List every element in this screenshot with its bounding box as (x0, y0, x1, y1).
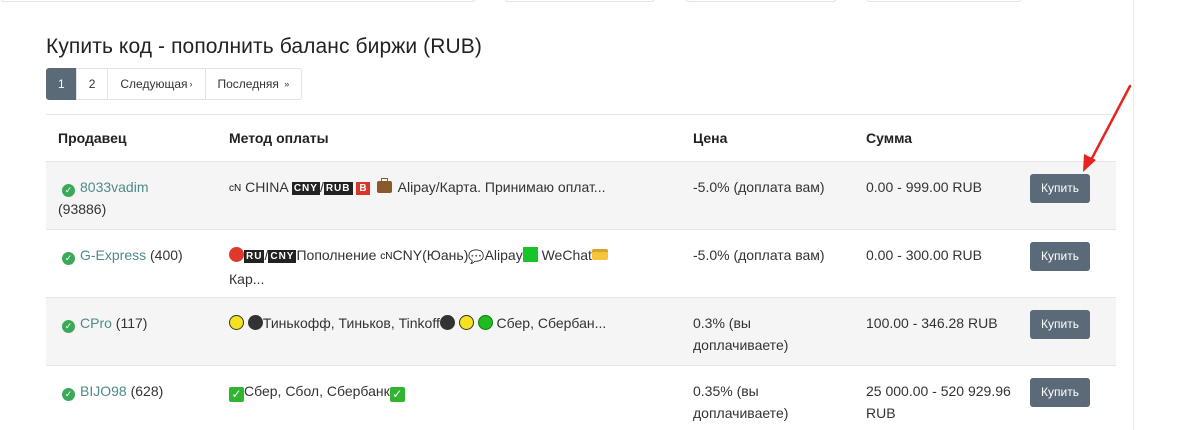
method-cell: cN CHINA CNY / RUB B Alipay/Карта. Принима… (217, 161, 681, 230)
check-circle-icon: ✓ (62, 388, 75, 401)
check-box-icon: ✓ (389, 387, 405, 402)
sum-cell: 25 000.00 - 520 929.96 RUB (854, 365, 1030, 430)
content-border (1133, 0, 1134, 430)
method-country: CHINA (245, 179, 288, 195)
buy-button[interactable]: Купить (1030, 242, 1090, 271)
price-cell: 0.3% (вы доплачиваете) (681, 297, 854, 366)
method-text-e: Кар... (229, 271, 265, 287)
black-circle-icon (247, 315, 263, 330)
method-cell: ✓ Сбер, Сбол, Сбербанк ✓ (217, 365, 681, 430)
table-row: ✓ G-Express (400) RU / CNY Пополнение cNCNY(… (46, 229, 1116, 298)
red-circle-icon (229, 247, 244, 262)
chevron-right-icon: › (189, 79, 193, 89)
method-text-d: WeChat (541, 247, 592, 263)
method-text-b: CNY(Юань) (392, 247, 469, 263)
seller-rating: (400) (150, 247, 183, 263)
action-cell: Купить (1030, 229, 1116, 298)
seller-cell: ✓ CPro (117) (46, 297, 217, 366)
price-cell: 0.35% (вы доплачиваете) (681, 365, 854, 430)
china-flag-icon: cN (229, 183, 242, 194)
seller-rating: (117) (115, 315, 148, 331)
method-text-c: Alipay (484, 247, 523, 263)
seller-link[interactable]: BIJO98 (80, 383, 127, 399)
table-header-row: Продавец Метод оплаты Цена Сумма (46, 114, 1116, 162)
method-cell: Тинькофф, Тиньков, Tinkoff Сбер, Сбербан… (217, 297, 681, 366)
method-text-a: Тинькофф, Тиньков, Tinkoff (262, 315, 440, 331)
top-tab[interactable] (0, 0, 476, 2)
method-text-a: Пополнение (296, 247, 377, 263)
price-cell: -5.0% (доплата вам) (681, 229, 854, 298)
page-2-button[interactable]: 2 (75, 68, 109, 100)
seller-cell: ✓ BIJO98 (628) (46, 365, 217, 430)
seller-rating: (93886) (58, 201, 107, 217)
method-text: Сбер, Сбол, Сбербанк (244, 383, 390, 399)
green-square-icon (522, 247, 538, 262)
double-chevron-right-icon: » (284, 79, 290, 89)
black-circle-icon (439, 315, 455, 330)
price-cell: -5.0% (доплата вам) (681, 161, 854, 230)
method-cell: RU / CNY Пополнение cNCNY(Юань)💬Alipay WeCh… (217, 229, 681, 298)
buy-button[interactable]: Купить (1030, 378, 1090, 407)
table-row: ✓ CPro (117) Тинькофф, Тиньков, Tinkoff С… (46, 297, 1116, 366)
buy-button[interactable]: Купить (1030, 310, 1090, 339)
check-circle-icon: ✓ (62, 252, 75, 265)
seller-cell: ✓ G-Express (400) (46, 229, 217, 298)
table-row: ✓ BIJO98 (628) ✓ Сбер, Сбол, Сбербанк ✓ 0.3… (46, 365, 1116, 430)
speech-bubble-icon: 💬 (468, 249, 485, 264)
check-circle-icon: ✓ (62, 184, 75, 197)
page-title: Купить код - пополнить баланс биржи (RUB… (46, 35, 482, 58)
currency-cny-icon: CNY (291, 182, 320, 195)
pagination: 1 2 Следующая › Последняя » (46, 68, 303, 100)
last-page-button[interactable]: Последняя » (204, 68, 303, 100)
page-1-button[interactable]: 1 (46, 68, 77, 100)
next-page-label: Следующая (120, 77, 188, 91)
next-page-button[interactable]: Следующая › (107, 68, 206, 100)
top-tab[interactable] (504, 0, 655, 2)
yellow-circle-icon (458, 315, 474, 330)
briefcase-icon (376, 178, 392, 193)
green-circle-icon (477, 315, 493, 330)
china-flag-icon: cN (380, 251, 393, 262)
seller-link[interactable]: CPro (80, 315, 112, 331)
header-seller[interactable]: Продавец (46, 114, 217, 162)
seller-link[interactable]: 8033vadim (80, 179, 149, 195)
sum-cell: 0.00 - 999.00 RUB (854, 161, 1030, 230)
method-text-b: Сбер, Сбербан... (496, 315, 607, 331)
check-circle-icon: ✓ (62, 320, 75, 333)
sum-cell: 0.00 - 300.00 RUB (854, 229, 1030, 298)
sum-cell: 100.00 - 346.28 RUB (854, 297, 1030, 366)
seller-link[interactable]: G-Express (80, 247, 146, 263)
top-tab[interactable] (866, 0, 1022, 2)
table-row: ✓ 8033vadim (93886) cN CHINA CNY / RUB B Al… (46, 161, 1116, 230)
red-arrow-icon (1083, 84, 1132, 172)
currency-rub-icon: RUB (323, 182, 353, 195)
check-box-icon: ✓ (229, 387, 244, 402)
last-page-label: Последняя (217, 77, 279, 91)
currency-ru-icon: RU (244, 250, 265, 263)
yellow-circle-icon (229, 315, 244, 330)
top-tab[interactable] (685, 0, 837, 2)
top-tabs-remnant (0, 0, 1204, 6)
header-method[interactable]: Метод оплаты (217, 114, 681, 162)
offers-table: Продавец Метод оплаты Цена Сумма ✓ 8033va… (46, 114, 1116, 430)
header-price[interactable]: Цена (681, 114, 854, 162)
currency-cny-icon: CNY (268, 250, 297, 263)
header-sum[interactable]: Сумма (854, 114, 1030, 162)
seller-rating: (628) (130, 383, 164, 399)
action-cell: Купить (1030, 297, 1116, 366)
credit-card-icon (591, 249, 608, 260)
bank-b-icon: B (356, 182, 370, 195)
action-cell: Купить (1030, 365, 1116, 430)
method-text: Alipay/Карта. Принимаю оплат... (397, 179, 606, 195)
seller-cell: ✓ 8033vadim (93886) (46, 161, 217, 230)
